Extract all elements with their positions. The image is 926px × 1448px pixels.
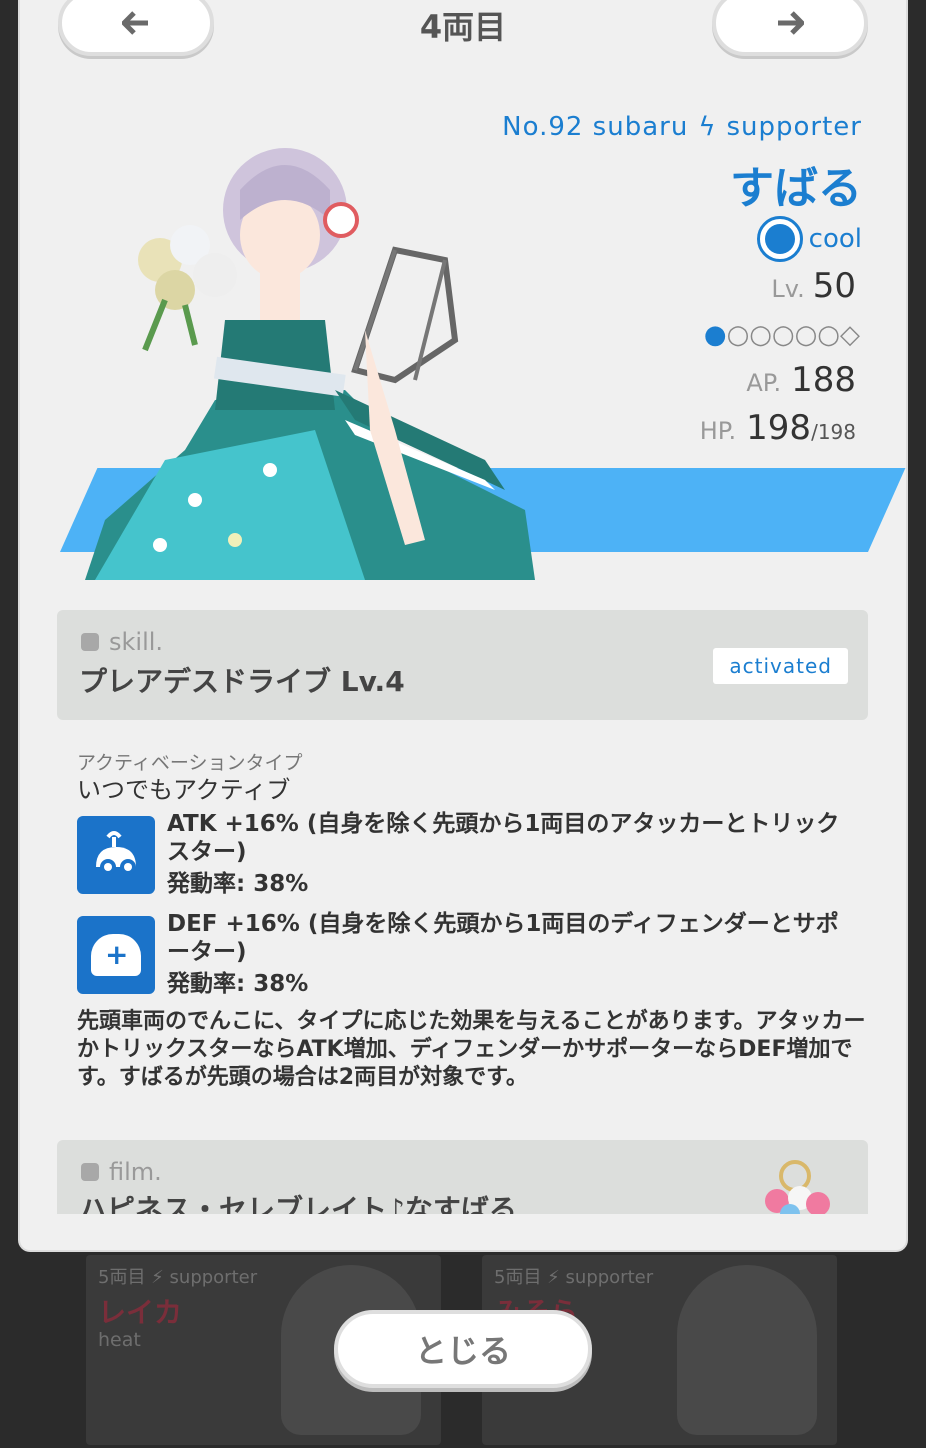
film-name: ハピネス・セレブレイト♪なすばる	[79, 1193, 517, 1214]
rank-empty: ○○○○○◇	[726, 320, 860, 350]
attribute-row: cool	[756, 216, 862, 262]
skill-icon	[81, 633, 99, 651]
skill-section-label: skill.	[81, 628, 163, 656]
character-detail-modal: 4両目 No.92 subaru ϟ supporter すばる cool Lv…	[20, 0, 906, 1250]
effect-rate: 発動率: 38%	[167, 971, 309, 997]
skill-status-badge: activated	[713, 648, 848, 684]
hp-max: /198	[811, 420, 856, 444]
cool-attribute-icon	[756, 216, 803, 262]
character-illustration	[85, 148, 535, 580]
effect-text: DEF +16% (自身を除く先頭から1両目のディフェンダーとサポーター)	[167, 911, 839, 965]
ap-label: AP.	[746, 369, 782, 397]
character-number: No.92 subaru	[502, 112, 689, 142]
hp-label: HP.	[699, 417, 737, 445]
hp-value: 198	[746, 408, 812, 448]
close-button[interactable]: とじる	[334, 1310, 592, 1388]
film-label-text: film.	[109, 1158, 162, 1186]
character-name: すばる	[730, 163, 862, 214]
next-car-button[interactable]	[712, 0, 868, 56]
lightning-icon: ϟ	[698, 112, 717, 142]
effect-rate: 発動率: 38%	[167, 871, 309, 897]
effect-text: ATK +16% (自身を除く先頭から1両目のアタッカーとトリックスター)	[167, 811, 840, 865]
character-id-line: No.92 subaru ϟ supporter	[502, 112, 862, 142]
skill-panel[interactable]: skill. プレアデスドライブ Lv.4 activated	[57, 610, 868, 720]
hp-row: HP. 198/198	[700, 408, 856, 448]
card-meta: 5両目 ⚡ supporter	[98, 1267, 258, 1288]
level-value: 50	[812, 266, 856, 306]
character-portrait	[677, 1265, 817, 1435]
attribute-label: cool	[808, 224, 862, 254]
film-panel[interactable]: film. ハピネス・セレブレイト♪なすばる	[57, 1140, 868, 1214]
attribute-stripe-end	[802, 468, 868, 552]
film-icon	[81, 1163, 99, 1181]
level-row: Lv. 50	[771, 266, 856, 306]
rank-indicator: ●○○○○○◇	[704, 320, 860, 350]
activation-type-value: いつでもアクティブ	[77, 776, 291, 804]
film-thumbnail	[765, 1160, 830, 1214]
ap-value: 188	[791, 360, 856, 400]
defense-buff-icon	[77, 916, 155, 994]
rank-filled: ●	[703, 320, 727, 350]
card-name: レイカ	[98, 1296, 183, 1329]
film-section-label: film.	[81, 1158, 162, 1186]
skill-label-text: skill.	[109, 628, 164, 656]
card-attribute: heat	[98, 1329, 141, 1351]
attack-buff-icon	[77, 816, 155, 894]
ap-row: AP. 188	[746, 360, 856, 400]
arrow-right-icon	[778, 11, 804, 35]
skill-name: プレアデスドライブ Lv.4	[79, 665, 405, 698]
character-role: supporter	[726, 112, 862, 142]
level-label: Lv.	[771, 275, 805, 303]
card-meta: 5両目 ⚡ supporter	[494, 1267, 654, 1288]
skill-description: 先頭車両のでんこに、タイプに応じた効果を与えることがあります。アタッカーかトリッ…	[77, 1009, 866, 1090]
